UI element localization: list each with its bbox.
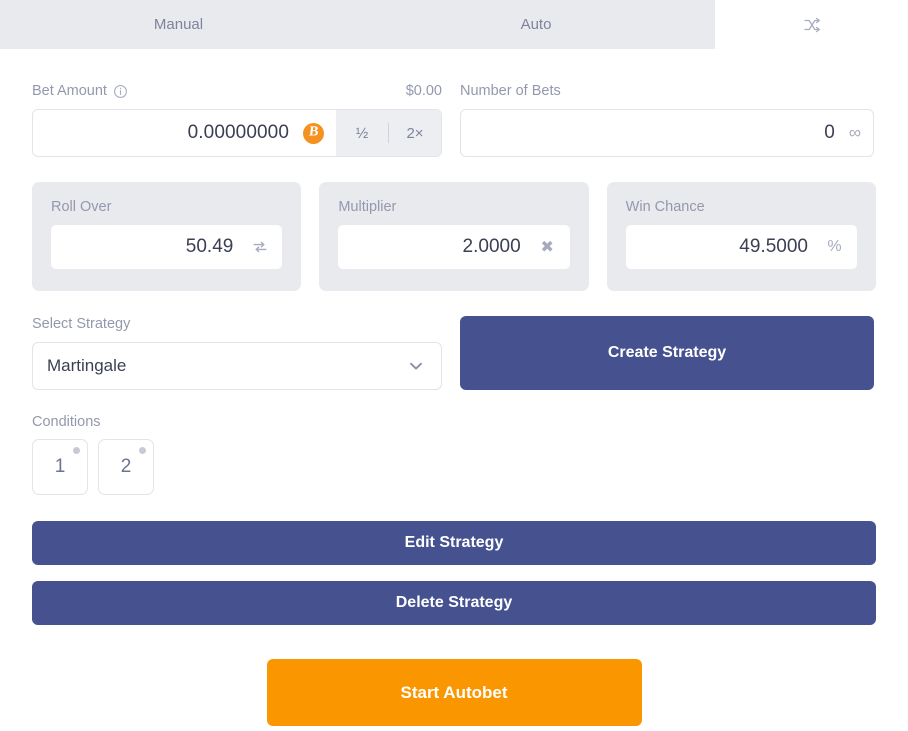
delete-strategy-button[interactable]: Delete Strategy (32, 581, 876, 625)
info-icon[interactable] (113, 84, 128, 99)
strategy-row: Select Strategy Martingale Create Strate… (32, 316, 876, 390)
bet-amount-input-shell: 0.00000000 B ½ 2× (32, 109, 442, 157)
shuffle-icon (802, 15, 822, 35)
select-strategy-label: Select Strategy (32, 315, 131, 332)
select-strategy-block: Select Strategy Martingale (32, 316, 442, 390)
number-of-bets-label-line: Number of Bets (460, 83, 874, 99)
bet-amount-value: 0.00000000 (187, 122, 289, 143)
chevron-down-icon (407, 357, 425, 375)
swap-icon[interactable] (251, 239, 268, 255)
number-of-bets-value: 0 (824, 122, 835, 143)
number-of-bets-label: Number of Bets (460, 82, 561, 99)
tab-shuffle[interactable] (715, 0, 908, 49)
bet-amount-label-text: Bet Amount (32, 82, 107, 99)
select-strategy-label-line: Select Strategy (32, 316, 442, 332)
condition-tile-1[interactable]: 1 (32, 439, 88, 495)
number-of-bets-input-shell: 0 ∞ (460, 109, 874, 157)
bet-amount-label-line: Bet Amount $0.00 (32, 83, 442, 99)
win-chance-value: 49.5000 (739, 236, 808, 257)
multiplier-input[interactable]: 2.0000 ✖ (338, 225, 570, 269)
conditions-row: 1 2 (32, 439, 876, 495)
select-strategy-dropdown[interactable]: Martingale (32, 342, 442, 390)
condition-tile-2-label: 2 (120, 456, 132, 477)
create-strategy-button[interactable]: Create Strategy (460, 316, 874, 390)
percent-icon: % (827, 238, 842, 255)
select-strategy-value: Martingale (47, 356, 127, 375)
multiplier-panel: Multiplier 2.0000 ✖ (319, 182, 589, 291)
mode-tabbar: Manual Auto (0, 0, 908, 49)
stats-row: Roll Over 50.49 Multiplier 2.0000 ✖ Win … (32, 182, 876, 291)
multiply-icon: ✖ (540, 239, 554, 256)
tab-manual-label: Manual (153, 16, 204, 33)
bet-amount-multiplier-group: ½ 2× (336, 110, 441, 156)
bet-amount-label: Bet Amount (32, 84, 128, 99)
bet-amount-fiat: $0.00 (405, 83, 442, 99)
conditions-label: Conditions (32, 414, 101, 430)
edit-strategy-button[interactable]: Edit Strategy (32, 521, 876, 565)
condition-status-dot (73, 447, 80, 454)
tab-auto-label: Auto (520, 16, 552, 33)
start-autobet-button[interactable]: Start Autobet (266, 659, 642, 726)
win-chance-panel: Win Chance 49.5000 % (606, 182, 876, 291)
roll-over-label: Roll Over (51, 199, 112, 215)
double-bet-button[interactable]: 2× (389, 110, 441, 156)
bet-amount-input[interactable]: 0.00000000 B (33, 110, 336, 156)
bet-amount-block: Bet Amount $0.00 0.00000000 B ½ 2× (32, 49, 442, 157)
roll-over-input[interactable]: 50.49 (51, 225, 283, 269)
number-of-bets-block: Number of Bets 0 ∞ (460, 49, 874, 157)
tab-auto[interactable]: Auto (357, 0, 715, 49)
autobet-panel: Bet Amount $0.00 0.00000000 B ½ 2× Numbe… (0, 49, 908, 726)
multiplier-value: 2.0000 (462, 236, 521, 257)
multiplier-label: Multiplier (338, 199, 397, 215)
start-autobet-wrap: Start Autobet (32, 659, 876, 726)
amount-row: Bet Amount $0.00 0.00000000 B ½ 2× Numbe… (32, 49, 876, 157)
condition-tile-1-label: 1 (54, 456, 66, 477)
condition-tile-2[interactable]: 2 (98, 439, 154, 495)
condition-status-dot (139, 447, 146, 454)
tab-manual[interactable]: Manual (0, 0, 357, 49)
win-chance-input[interactable]: 49.5000 % (625, 225, 857, 269)
roll-over-value: 50.49 (185, 236, 234, 257)
win-chance-label: Win Chance (625, 199, 705, 215)
roll-over-panel: Roll Over 50.49 (32, 182, 302, 291)
infinity-icon[interactable]: ∞ (849, 123, 861, 143)
half-bet-button[interactable]: ½ (336, 110, 388, 156)
number-of-bets-input[interactable]: 0 ∞ (461, 110, 873, 156)
bitcoin-icon[interactable]: B (303, 122, 324, 144)
